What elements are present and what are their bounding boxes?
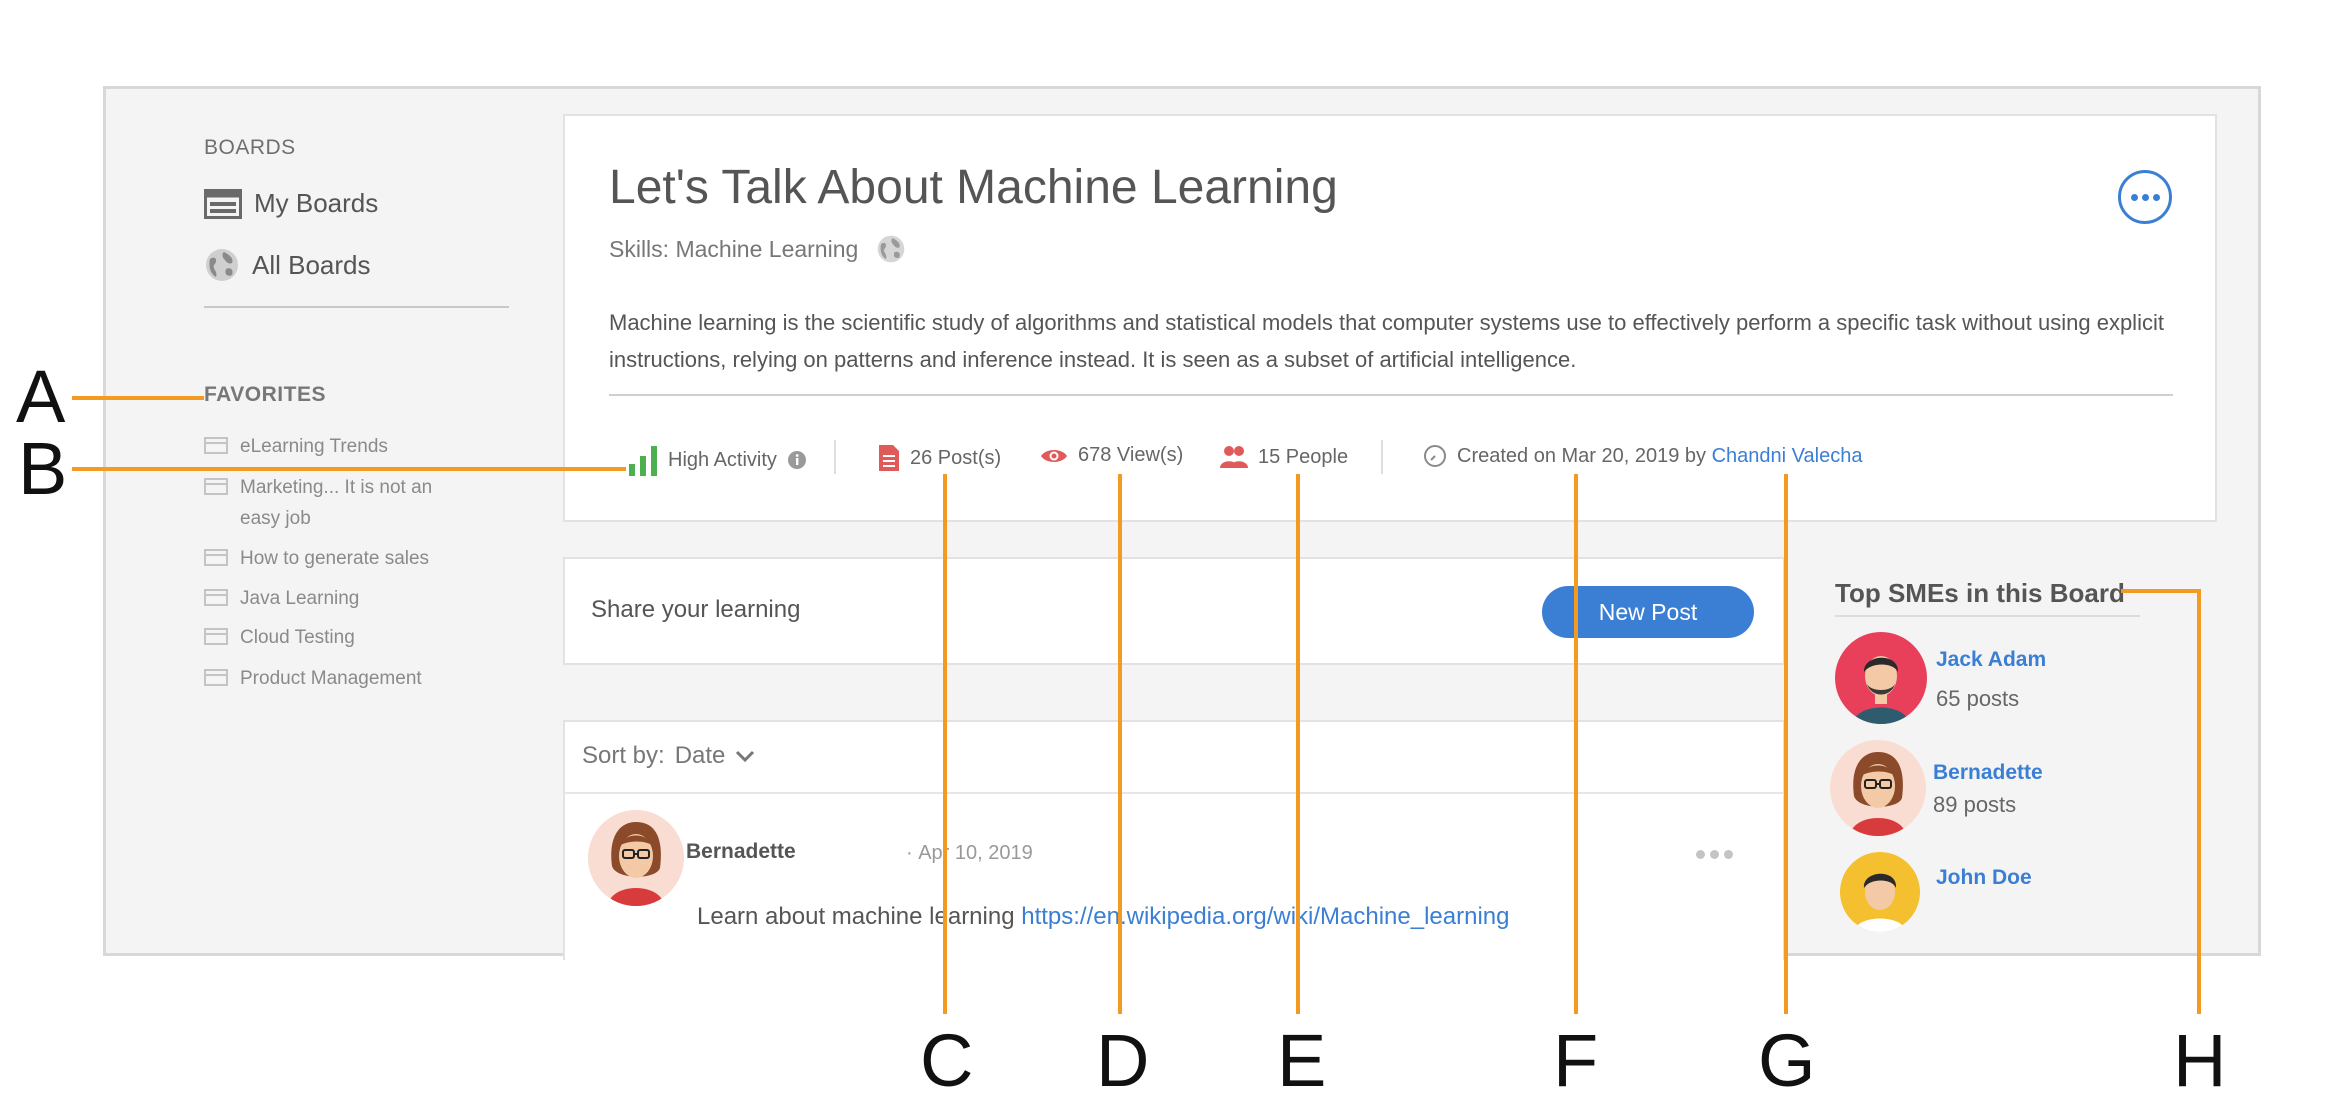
avatar[interactable] — [588, 810, 684, 906]
activity-stat: High Activity — [628, 444, 807, 476]
annotation-line-e — [1296, 474, 1300, 1014]
people-stat: 15 People — [1220, 444, 1348, 470]
created-stat: Created on Mar 20, 2019 by Chandni Valec… — [1423, 444, 1862, 468]
sme-name[interactable]: John Doe — [1936, 866, 2032, 890]
board-divider — [609, 394, 2173, 396]
board-icon — [204, 188, 242, 219]
annotation-line-f — [1574, 474, 1578, 1014]
favorite-item[interactable]: Cloud Testing — [204, 622, 470, 653]
board-description: Machine learning is the scientific study… — [609, 310, 2164, 372]
annotation-label-c: C — [920, 1019, 974, 1102]
annotation-line-c — [943, 474, 947, 1014]
board-icon — [204, 549, 228, 566]
favorite-item[interactable]: Java Learning — [204, 583, 470, 614]
sort-dropdown[interactable]: Sort by: Date — [582, 742, 755, 770]
creator-link[interactable]: Chandni Valecha — [1712, 445, 1863, 467]
board-skills: Skills: Machine Learning — [609, 234, 906, 264]
globe-icon — [877, 235, 905, 263]
clock-icon — [1424, 445, 1446, 467]
board-icon — [204, 628, 228, 645]
favorite-item[interactable]: How to generate sales — [204, 543, 470, 574]
annotation-label-b: B — [18, 427, 68, 510]
activity-bars-icon — [629, 446, 657, 476]
annotation-line-h-vertical — [2197, 589, 2201, 1014]
post-link[interactable]: https://en.wikipedia.org/wiki/Machine_le… — [1021, 903, 1509, 930]
annotation-label-a: A — [16, 355, 66, 438]
posts-stat: 26 Post(s) — [878, 444, 1001, 472]
annotation-line-b — [72, 467, 626, 471]
post-author[interactable]: Bernadette — [686, 840, 796, 864]
annotation-label-g: G — [1758, 1019, 1816, 1102]
created-date: Created on Mar 20, 2019 by — [1457, 444, 1707, 467]
annotation-line-g — [1784, 474, 1788, 1014]
sidebar-item-all-boards[interactable]: All Boards — [204, 247, 371, 283]
eye-icon — [1041, 449, 1067, 462]
people-count: 15 People — [1258, 445, 1349, 468]
board-icon — [204, 589, 228, 606]
sme-name[interactable]: Jack Adam — [1936, 648, 2046, 672]
annotation-line-d — [1118, 474, 1122, 1014]
posts-count: 26 Post(s) — [910, 446, 1002, 469]
favorite-item[interactable]: Product Management — [204, 663, 470, 694]
sidebar-item-my-boards[interactable]: My Boards — [204, 188, 378, 219]
document-icon — [879, 445, 899, 471]
sort-label: Sort by: — [582, 742, 665, 769]
board-icon — [204, 437, 228, 454]
sort-value: Date — [674, 742, 726, 769]
favorite-item[interactable]: Marketing... It is not an easy job — [204, 472, 470, 534]
post-body: Learn about machine learning https://en.… — [697, 903, 1510, 931]
annotation-line-h — [2121, 589, 2201, 593]
top-smes-heading: Top SMEs in this Board — [1835, 578, 2125, 608]
avatar[interactable] — [1830, 740, 1926, 836]
post-more-button[interactable] — [1696, 850, 1733, 859]
views-stat: 678 View(s) — [1040, 444, 1183, 467]
board-icon — [204, 669, 228, 686]
sme-name[interactable]: Bernadette — [1933, 761, 2043, 785]
my-boards-label: My Boards — [254, 188, 379, 218]
boards-heading: BOARDS — [204, 136, 296, 159]
avatar[interactable] — [1835, 632, 1927, 724]
sidebar-divider — [204, 306, 509, 308]
sme-divider — [1835, 615, 2140, 617]
avatar[interactable] — [1840, 852, 1920, 932]
globe-icon — [206, 249, 238, 281]
views-count: 678 View(s) — [1078, 444, 1184, 466]
board-icon — [204, 478, 228, 495]
annotation-line-a — [72, 396, 204, 400]
share-input[interactable]: Share your learning — [591, 596, 800, 624]
stat-separator — [834, 440, 836, 474]
annotation-label-f: F — [1553, 1019, 1599, 1102]
annotation-label-e: E — [1277, 1019, 1327, 1102]
board-more-button[interactable] — [2118, 170, 2172, 224]
activity-label: High Activity — [668, 448, 777, 471]
info-icon[interactable] — [787, 450, 807, 470]
all-boards-label: All Boards — [252, 249, 371, 280]
favorites-heading: FAVORITES — [204, 383, 326, 406]
annotation-label-d: D — [1096, 1019, 1150, 1102]
page-title: Let's Talk About Machine Learning — [609, 161, 1338, 214]
sme-posts: 89 posts — [1933, 792, 2017, 817]
skills-label: Skills: Machine Learning — [609, 235, 859, 262]
post-date: · Apr 10, 2019 — [906, 842, 1033, 864]
stat-separator — [1381, 440, 1383, 474]
favorite-item[interactable]: eLearning Trends — [204, 431, 470, 462]
people-icon — [1220, 446, 1248, 468]
annotation-label-h: H — [2173, 1019, 2227, 1102]
post-text: Learn about machine learning — [697, 903, 1015, 930]
feed-divider — [563, 792, 1783, 794]
sme-posts: 65 posts — [1936, 686, 2020, 711]
chevron-down-icon — [736, 750, 755, 763]
